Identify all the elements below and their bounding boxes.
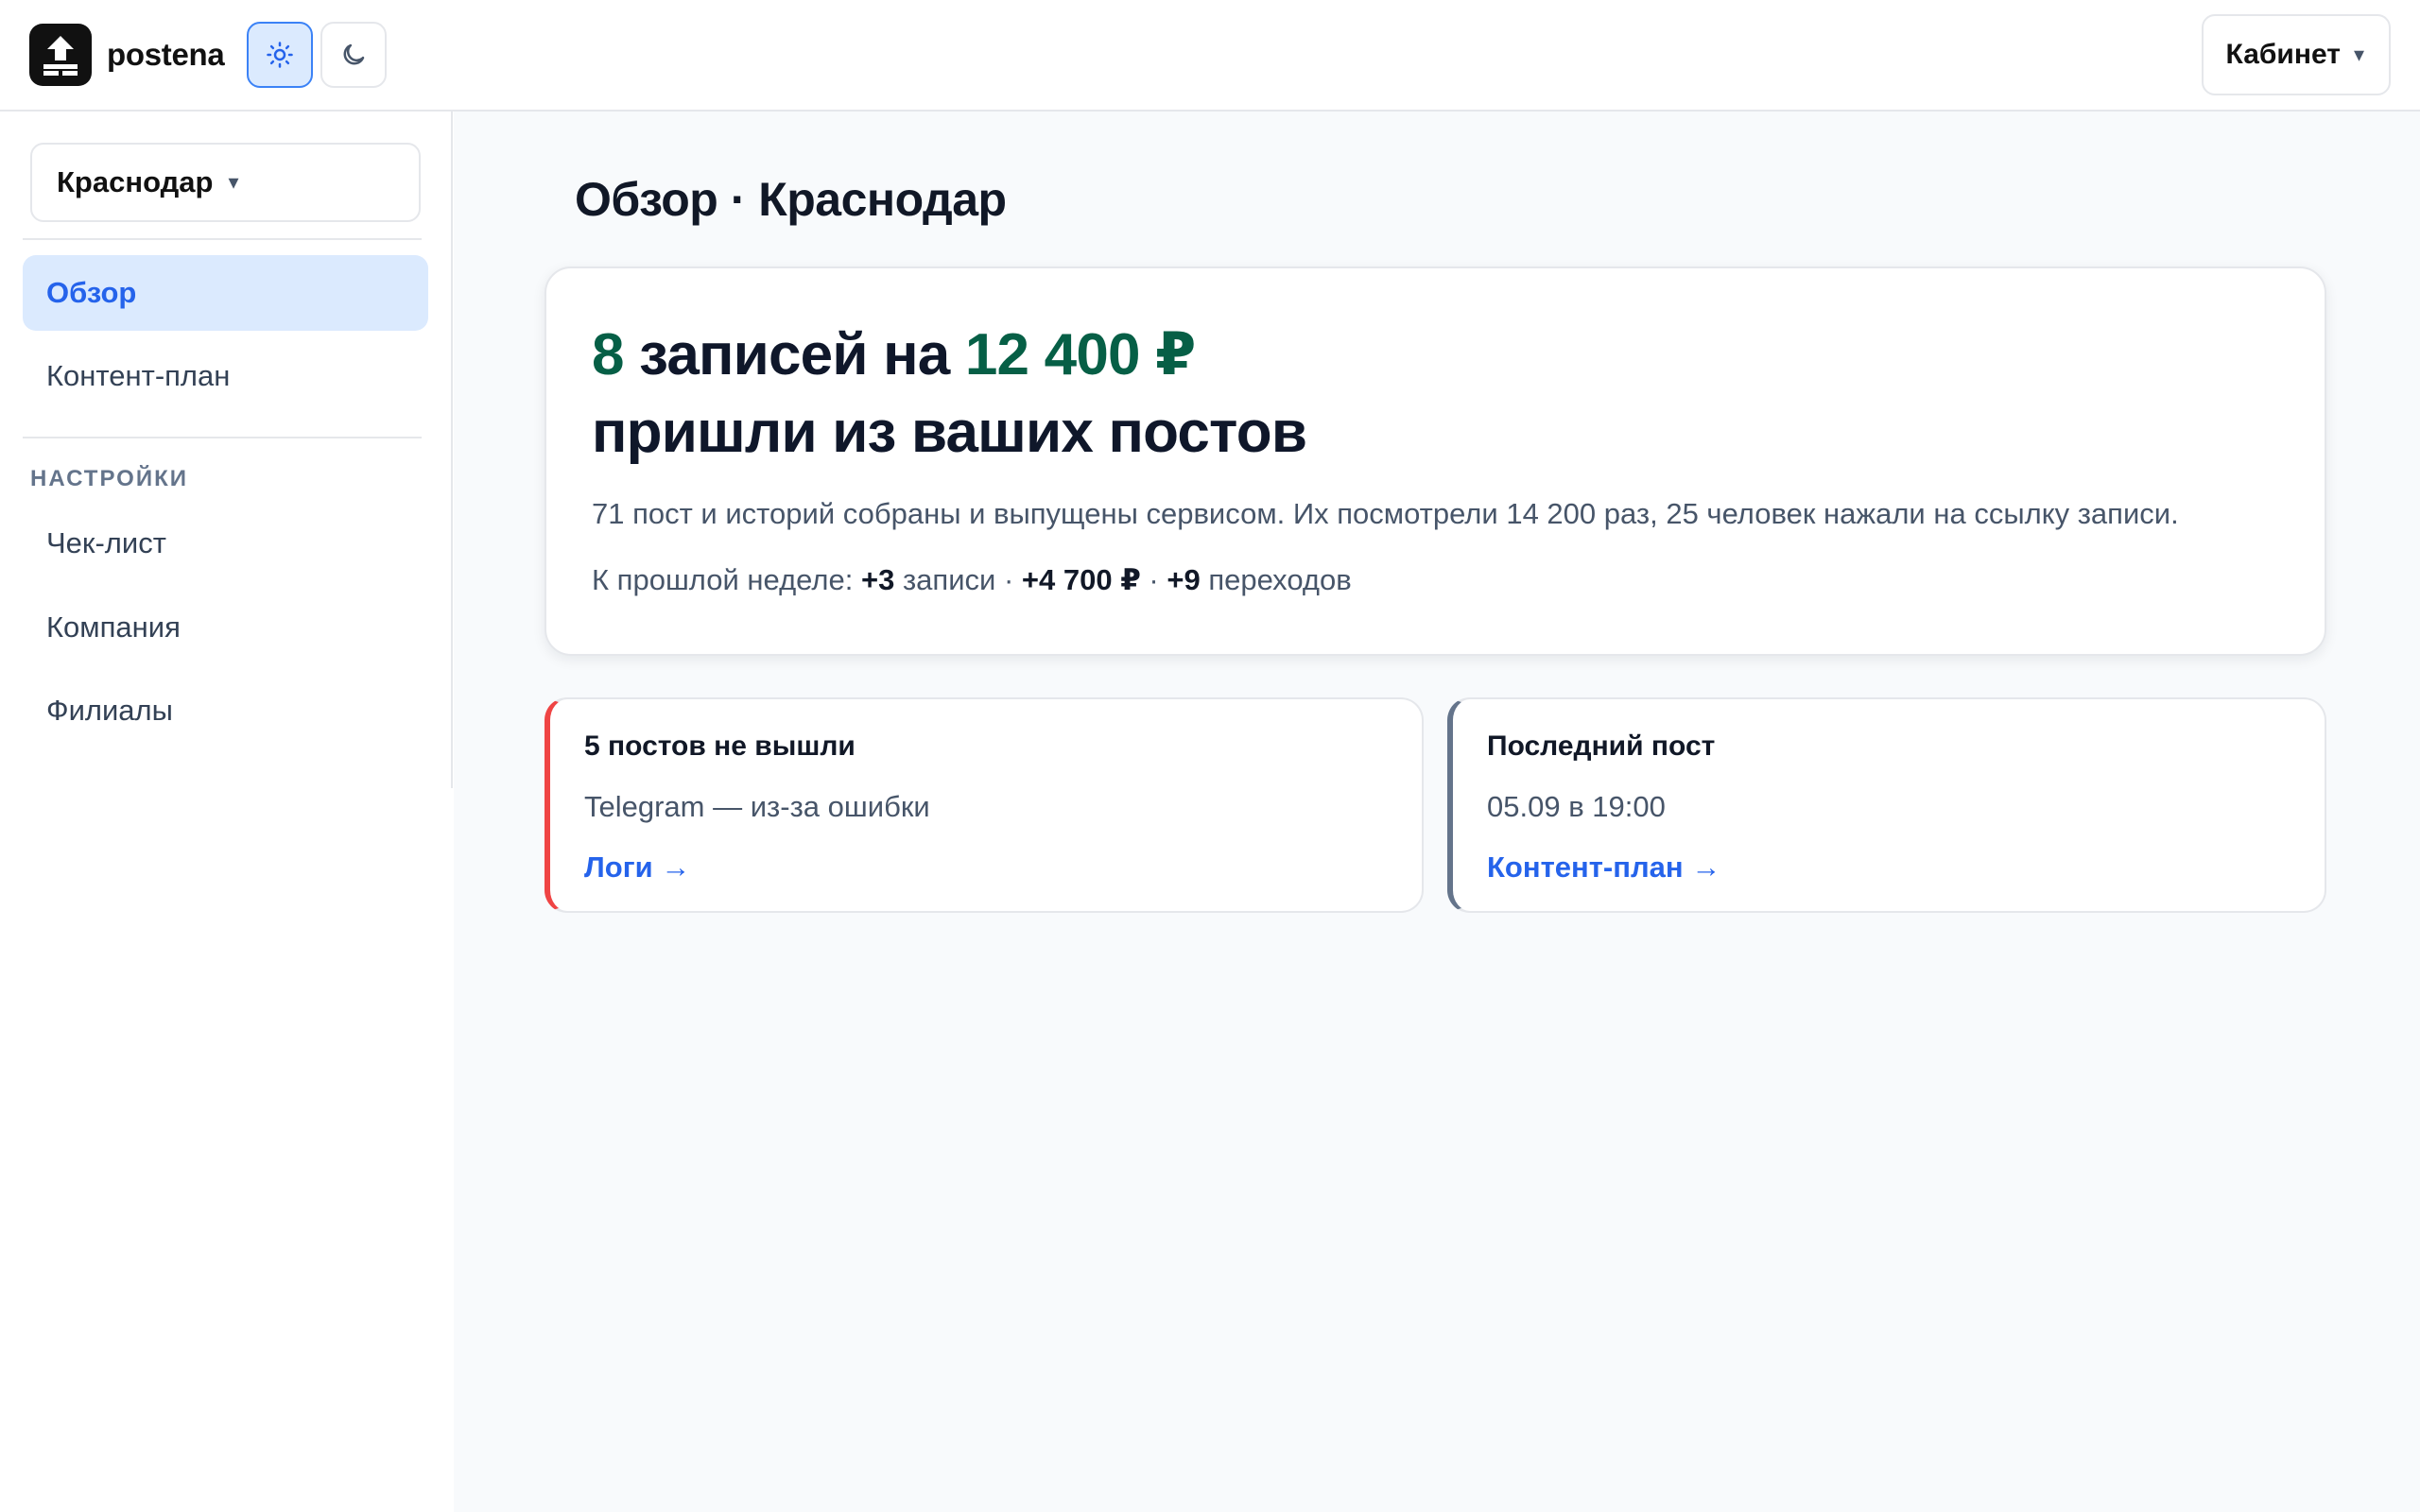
top-header: postena Кабинет ▾ — [0, 0, 2420, 112]
summary-description: 71 пост и историй собраны и выпущены сер… — [592, 497, 2179, 530]
cabinet-label: Кабинет — [2225, 39, 2341, 70]
failed-posts-card: 5 постов не вышли Telegram — из-за ошибк… — [544, 697, 1424, 913]
summary-card: 8 записей на 12 400 ₽ пришли из ваших по… — [544, 266, 2326, 656]
sidebar: Краснодар ▾ Обзор Контент-план НАСТРОЙКИ… — [0, 112, 454, 1512]
sidebar-item-overview[interactable]: Обзор — [23, 255, 428, 331]
clicks-delta: +9 — [1167, 563, 1201, 596]
sidebar-divider — [23, 437, 422, 438]
records-delta-label: записи — [902, 563, 996, 596]
amount-delta: +4 700 ₽ — [1021, 563, 1141, 596]
separator-dot: · — [1003, 563, 1014, 596]
sidebar-item-company[interactable]: Компания — [23, 590, 428, 665]
sidebar-section-settings: НАСТРОЙКИ — [30, 466, 188, 491]
city-select[interactable]: Краснодар ▾ — [30, 143, 421, 222]
sidebar-item-content-plan[interactable]: Контент-план — [23, 338, 428, 414]
separator-dot: · — [1149, 563, 1159, 596]
main-content: Обзор · Краснодар 8 записей на 12 400 ₽ … — [454, 112, 2420, 1512]
sidebar-border — [451, 112, 453, 788]
weekly-prefix: К прошлой неделе: — [592, 563, 854, 596]
card-subtitle: Telegram — из-за ошибки — [584, 790, 930, 823]
upload-arrow-icon — [43, 36, 78, 76]
page-title: Обзор · Краснодар — [575, 173, 1007, 226]
logs-link[interactable]: Логи → — [584, 847, 690, 888]
weekly-comparison: К прошлой неделе: +3 записи · +4 700 ₽ ·… — [592, 559, 2279, 601]
cabinet-dropdown-button[interactable]: Кабинет ▾ — [2201, 14, 2391, 95]
chevron-down-icon: ▾ — [2353, 43, 2364, 66]
sidebar-divider — [23, 238, 422, 240]
sidebar-item-checklist[interactable]: Чек-лист — [23, 506, 428, 581]
brand-name: postena — [107, 37, 225, 72]
theme-dark-button[interactable] — [320, 22, 388, 88]
card-title: 5 постов не вышли — [584, 730, 856, 762]
brand-logo[interactable] — [29, 24, 92, 86]
theme-light-button[interactable] — [247, 22, 314, 88]
card-subtitle: 05.09 в 19:00 — [1487, 790, 1666, 823]
clicks-delta-label: переходов — [1208, 563, 1352, 596]
chevron-down-icon: ▾ — [228, 170, 239, 194]
summary-headline: 8 записей на 12 400 ₽ — [592, 318, 2279, 393]
last-post-card: Последний пост 05.09 в 19:00 Контент-пла… — [1447, 697, 2326, 913]
records-count: 8 — [592, 322, 624, 387]
card-title: Последний пост — [1487, 730, 1716, 762]
records-text: записей на — [639, 322, 950, 387]
moon-icon — [344, 43, 365, 65]
city-select-value: Краснодар — [57, 165, 214, 198]
sun-icon — [267, 42, 294, 68]
revenue-amount: 12 400 ₽ — [964, 322, 1196, 387]
records-delta: +3 — [860, 563, 895, 596]
content-plan-link[interactable]: Контент-план → — [1487, 847, 1720, 888]
sidebar-item-branches[interactable]: Филиалы — [23, 673, 428, 748]
summary-subheadline: пришли из ваших постов — [592, 400, 1307, 465]
